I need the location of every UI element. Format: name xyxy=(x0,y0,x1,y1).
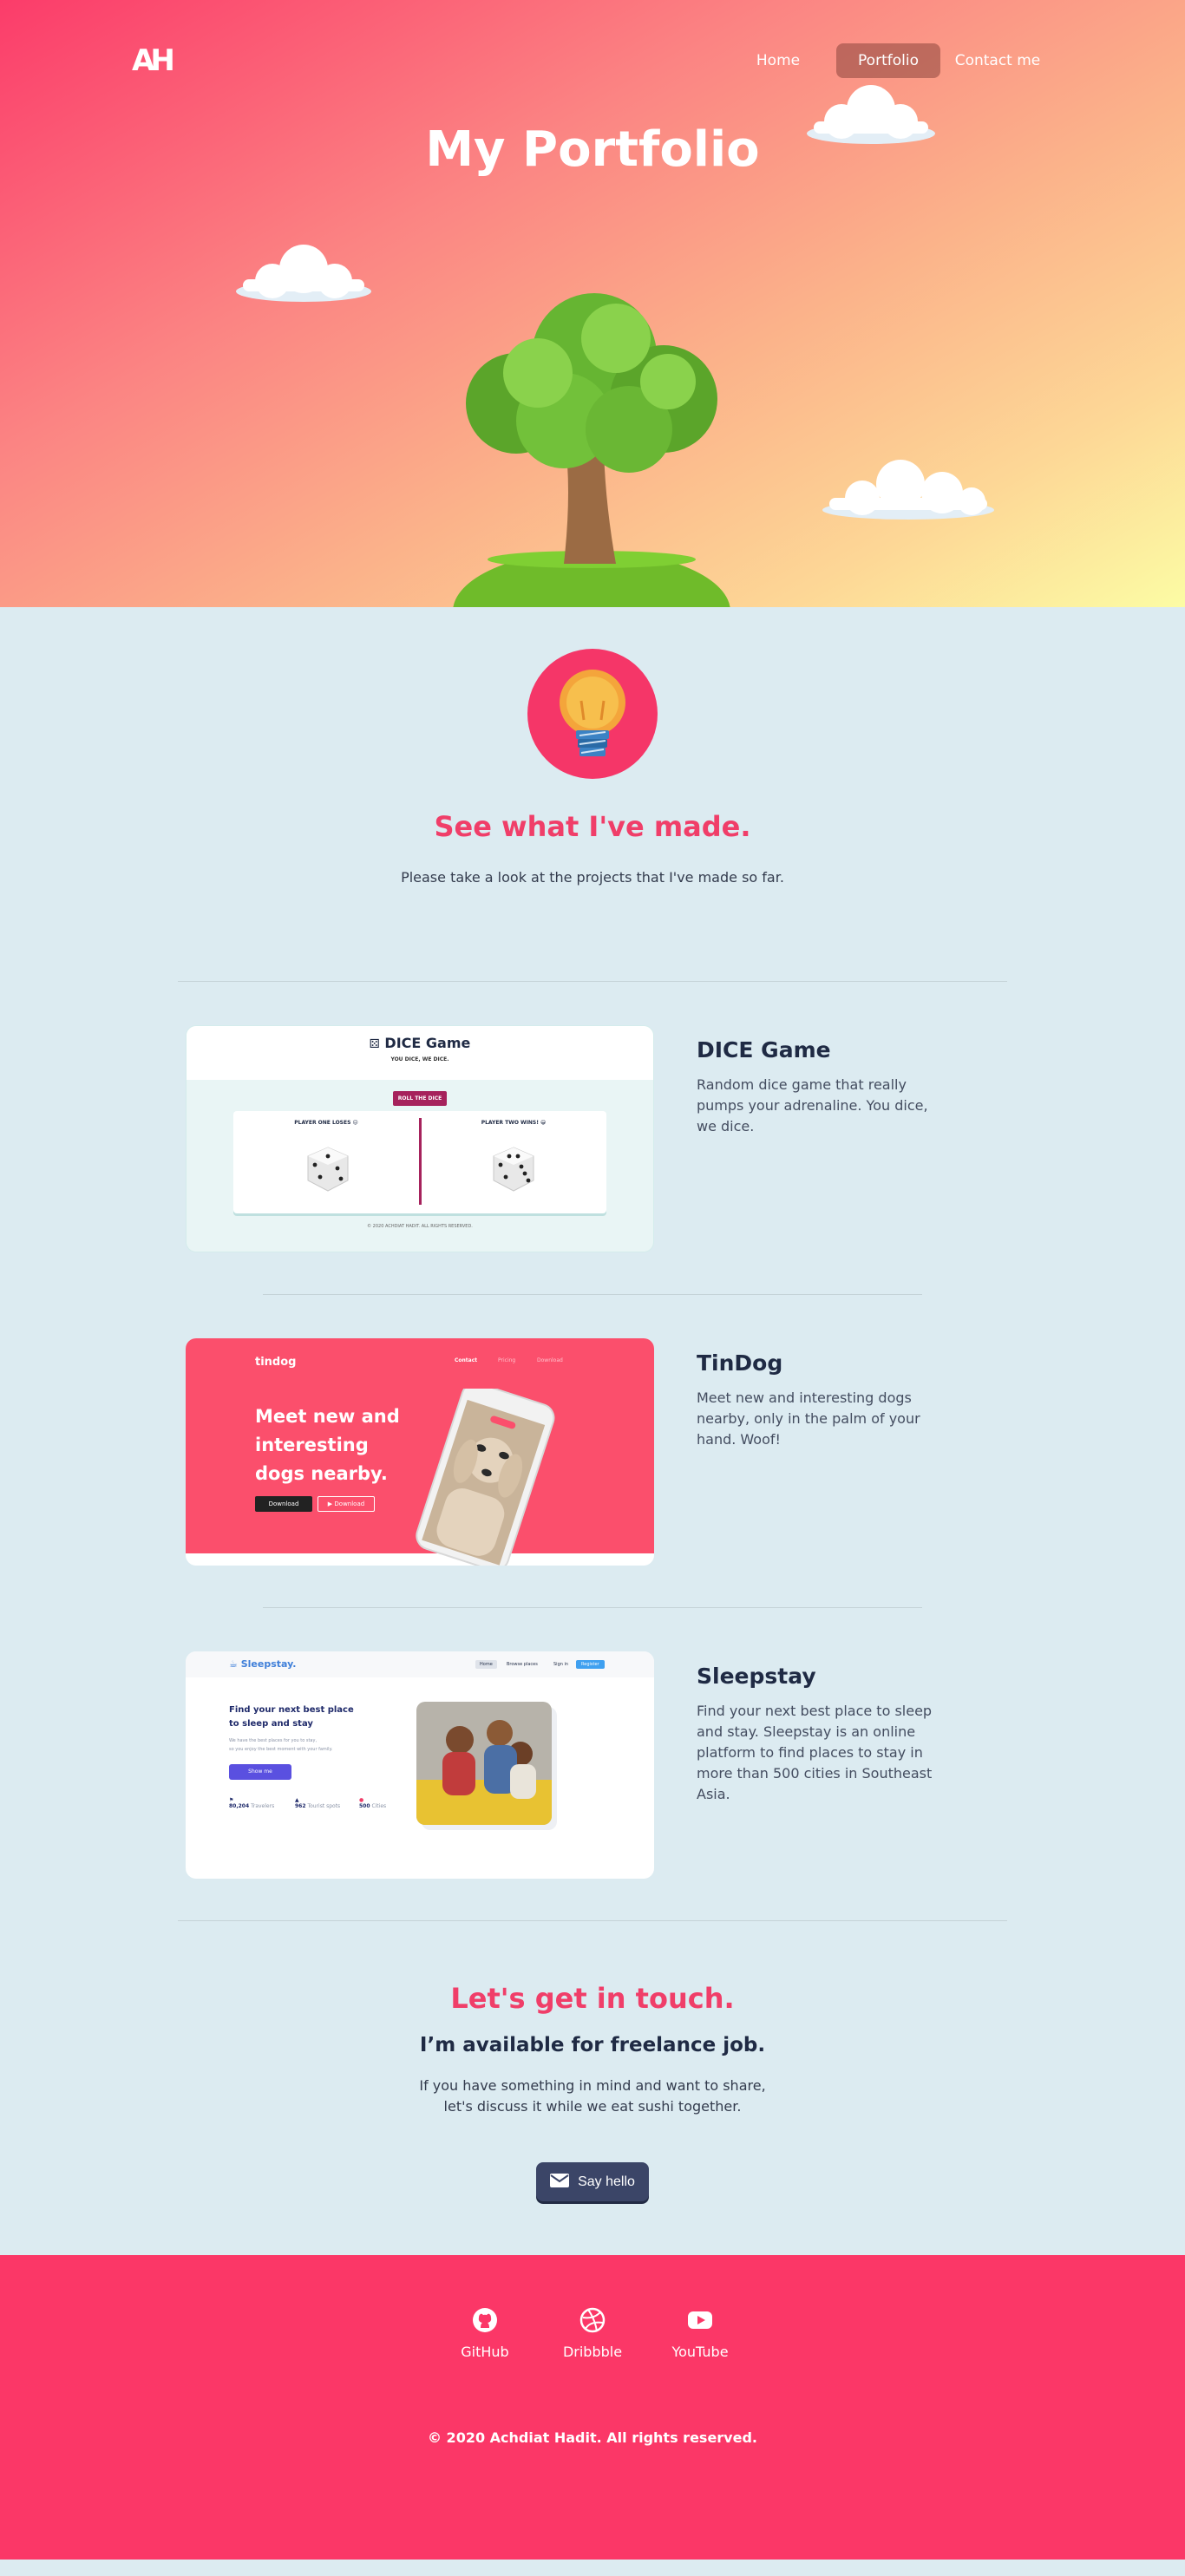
phone-illustration xyxy=(416,1389,555,1566)
main-nav: Home Portfolio Contact me xyxy=(0,43,1185,78)
page-title: My Portfolio xyxy=(425,121,760,178)
contact-section: Let's get in touch. I’m available for fr… xyxy=(0,1921,1185,2255)
dice-thumb-footer: © 2020 ACHDIAT HADIT. ALL RIGHTS RESERVE… xyxy=(367,1224,473,1229)
tindog-play-download: ▶ Download xyxy=(318,1496,375,1512)
divider xyxy=(263,1294,922,1295)
cloud-icon xyxy=(821,458,996,522)
github-link[interactable]: GitHub xyxy=(448,2307,521,2360)
lightbulb-icon xyxy=(527,649,658,779)
dice-thumb-heading: DICE Game xyxy=(384,1035,471,1051)
sleepstay-nav-browse: Browse places xyxy=(507,1662,538,1667)
project-title[interactable]: DICE Game xyxy=(697,1037,948,1062)
github-icon xyxy=(473,2308,497,2332)
cloud-icon xyxy=(805,83,937,147)
mail-icon xyxy=(550,2173,570,2187)
tindog-nav-contact: Contact xyxy=(455,1357,478,1363)
tindog-nav-download: Download xyxy=(537,1357,563,1363)
tindog-nav-pricing: Pricing xyxy=(498,1357,516,1363)
tindog-thumbnail[interactable]: tindog Contact Pricing Download Meet new… xyxy=(186,1338,654,1566)
dice-icon xyxy=(493,1147,534,1192)
intro-section: See what I've made. Please take a look a… xyxy=(0,607,1185,886)
project-description: Find your next best place to sleep and s… xyxy=(697,1703,933,1802)
sleepstay-brand: ☕ Sleepstay. xyxy=(229,1658,297,1670)
copyright: © 2020 Achdiat Hadit. All rights reserve… xyxy=(427,2429,757,2446)
youtube-link[interactable]: YouTube xyxy=(664,2307,737,2360)
sleepstay-stat-spots: ▲ 962 Tourist spots xyxy=(295,1797,341,1809)
project-tindog: tindog Contact Pricing Download Meet new… xyxy=(0,1338,1185,1566)
divider xyxy=(178,981,1007,982)
hero: AH Home Portfolio Contact me My Portfoli… xyxy=(0,0,1185,607)
dice-icon xyxy=(307,1147,349,1192)
sleepstay-stat-travelers: ⚑ 80,204 Travelers xyxy=(229,1797,275,1809)
sleepstay-nav-register: Register xyxy=(576,1660,605,1669)
cloud-icon xyxy=(234,241,373,305)
sleepstay-show-me-button: Show me xyxy=(229,1764,291,1780)
play-icon: ▶ xyxy=(327,1500,333,1507)
tree-illustration xyxy=(434,260,746,607)
sleepstay-nav-signin: Sign in xyxy=(553,1662,569,1667)
nav-home[interactable]: Home xyxy=(748,43,809,78)
traveler-icon: ⚑ xyxy=(229,1797,234,1803)
project-description: Meet new and interesting dogs nearby, on… xyxy=(697,1389,920,1448)
sleepstay-nav-home: Home xyxy=(475,1660,497,1669)
contact-subheading: I’m available for freelance job. xyxy=(419,2034,766,2056)
footer: GitHub Dribbble YouTube © 2020 Achdiat H… xyxy=(0,2255,1185,2560)
project-description: Random dice game that really pumps your … xyxy=(697,1076,928,1134)
tindog-brand: tindog xyxy=(255,1356,297,1369)
intro-text: Please take a look at the projects that … xyxy=(401,869,784,886)
project-dice-game: ⚄ DICE Game YOU DICE, WE DICE. ROLL THE … xyxy=(0,1025,1185,1252)
say-hello-button[interactable]: Say hello xyxy=(536,2162,649,2201)
tent-icon: ▲ xyxy=(295,1797,299,1803)
social-links: GitHub Dribbble YouTube xyxy=(0,2307,1185,2360)
tindog-headline: Meet new and interesting dogs nearby. xyxy=(255,1406,400,1484)
contact-text: If you have something in mind and want t… xyxy=(419,2077,766,2115)
player-one-status: PLAYER ONE LOSES 😖 xyxy=(294,1120,358,1126)
sleepstay-hero-photo xyxy=(416,1702,552,1825)
tindog-apple-download: Download xyxy=(255,1496,312,1512)
sleepstay-thumbnail[interactable]: ☕ Sleepstay. Home Browse places Sign in … xyxy=(186,1651,654,1879)
project-sleepstay: ☕ Sleepstay. Home Browse places Sign in … xyxy=(0,1651,1185,1879)
project-title[interactable]: Sleepstay xyxy=(697,1664,948,1689)
nav-contact-me[interactable]: Contact me xyxy=(953,43,1043,78)
contact-heading: Let's get in touch. xyxy=(450,1982,735,2015)
divider xyxy=(263,1607,922,1608)
youtube-icon xyxy=(688,2311,712,2329)
bed-icon: ☕ xyxy=(229,1658,238,1670)
dice-icon: ⚄ xyxy=(369,1037,380,1051)
dice-thumb-tagline: YOU DICE, WE DICE. xyxy=(390,1056,449,1062)
dribbble-icon xyxy=(579,2307,606,2333)
pin-icon: ● xyxy=(359,1797,364,1803)
player-divider xyxy=(419,1118,422,1205)
player-two-status: PLAYER TWO WINS! 😁 xyxy=(481,1120,547,1126)
sleepstay-subtext: We have the best places for you to stay,… xyxy=(229,1738,333,1752)
dribbble-link[interactable]: Dribbble xyxy=(556,2307,629,2360)
intro-heading: See what I've made. xyxy=(434,810,751,843)
nav-portfolio[interactable]: Portfolio xyxy=(836,43,940,78)
sleepstay-headline: Find your next best place to sleep and s… xyxy=(229,1705,354,1729)
dice-game-thumbnail[interactable]: ⚄ DICE Game YOU DICE, WE DICE. ROLL THE … xyxy=(186,1025,654,1252)
sleepstay-stat-cities: ● 500 Cities xyxy=(359,1797,387,1809)
roll-dice-button: ROLL THE DICE xyxy=(392,1091,448,1106)
project-title[interactable]: TinDog xyxy=(697,1350,948,1376)
